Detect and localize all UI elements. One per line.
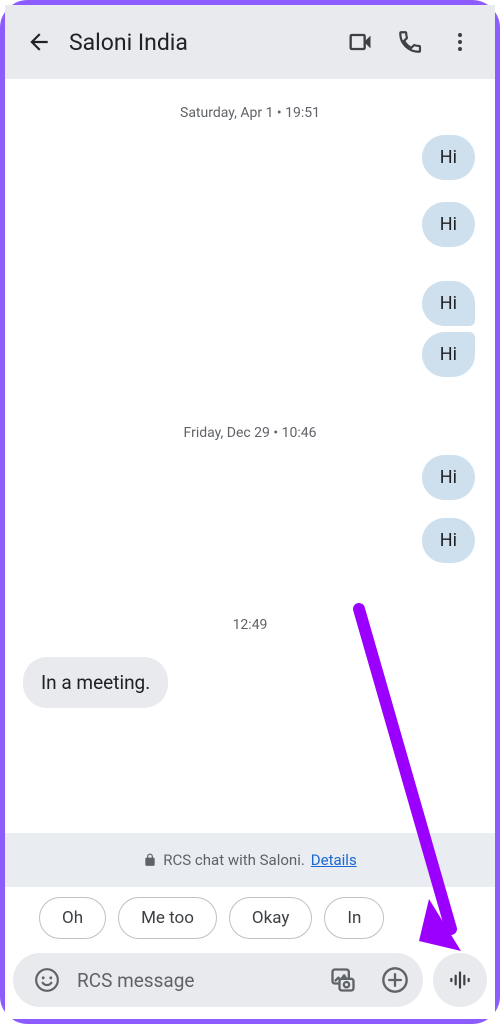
outgoing-group: Hi Hi Hi Hi — [19, 135, 481, 391]
phone-icon — [397, 29, 423, 55]
smart-reply-row: Oh Me too Okay In — [5, 887, 495, 949]
video-call-button[interactable] — [335, 18, 385, 66]
outgoing-message[interactable]: Hi — [422, 455, 475, 500]
outgoing-message[interactable]: Hi — [422, 281, 475, 326]
compose-bar: RCS message — [5, 949, 495, 1019]
message-input[interactable]: RCS message — [77, 969, 313, 992]
arrow-back-icon — [26, 29, 52, 55]
outgoing-message[interactable]: Hi — [422, 332, 475, 377]
outgoing-message[interactable]: Hi — [422, 518, 475, 563]
smart-reply-chip[interactable]: Oh — [39, 897, 106, 939]
emoji-button[interactable] — [25, 958, 69, 1002]
attach-button[interactable] — [373, 958, 417, 1002]
back-button[interactable] — [15, 29, 63, 55]
rcs-info-banner: RCS chat with Saloni. Details — [5, 833, 495, 887]
outgoing-message[interactable]: Hi — [422, 135, 475, 180]
audio-wave-icon — [447, 967, 473, 993]
time-separator: 12:49 — [19, 617, 481, 633]
smart-reply-chip[interactable]: Me too — [118, 897, 217, 939]
rcs-details-link[interactable]: Details — [311, 851, 357, 869]
video-icon — [346, 28, 374, 56]
lock-icon — [143, 853, 157, 867]
voice-call-button[interactable] — [385, 18, 435, 66]
more-options-button[interactable] — [435, 18, 485, 66]
gallery-icon — [329, 966, 357, 994]
date-separator: Saturday, Apr 1 • 19:51 — [19, 105, 481, 121]
plus-circle-icon — [381, 966, 409, 994]
contact-name[interactable]: Saloni India — [69, 29, 329, 56]
emoji-icon — [34, 967, 60, 993]
more-vert-icon — [448, 30, 472, 54]
smart-reply-chip[interactable]: In — [324, 897, 384, 939]
incoming-message[interactable]: In a meeting. — [23, 657, 168, 708]
date-separator: Friday, Dec 29 • 10:46 — [19, 425, 481, 441]
message-list[interactable]: Saturday, Apr 1 • 19:51 Hi Hi Hi Hi Frid… — [5, 79, 495, 833]
outgoing-message[interactable]: Hi — [422, 202, 475, 247]
conversation-header: Saloni India — [5, 5, 495, 79]
voice-message-button[interactable] — [433, 953, 487, 1007]
gallery-button[interactable] — [321, 958, 365, 1002]
rcs-banner-text: RCS chat with Saloni. — [163, 851, 305, 869]
header-actions — [335, 18, 485, 66]
message-input-pill: RCS message — [13, 953, 423, 1007]
smart-reply-chip[interactable]: Okay — [229, 897, 312, 939]
outgoing-group: Hi Hi — [19, 455, 481, 577]
incoming-group: In a meeting. — [19, 647, 481, 708]
